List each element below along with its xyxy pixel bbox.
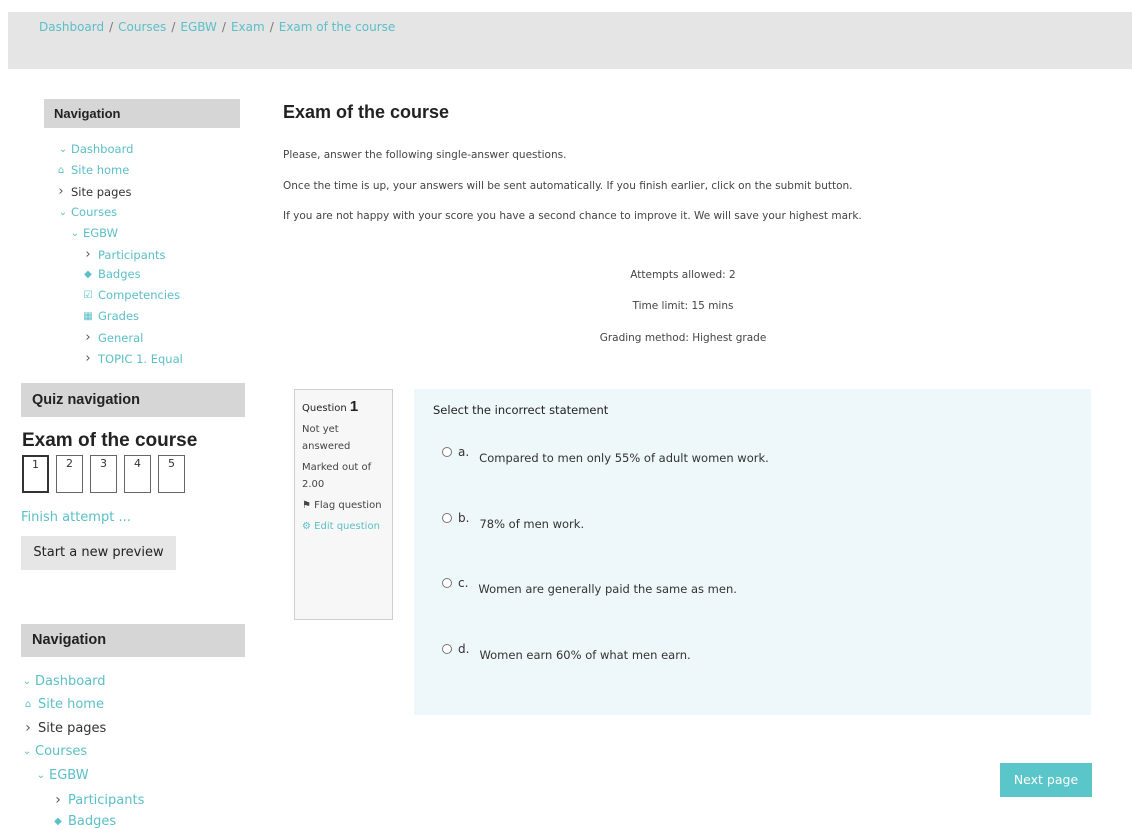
nav2-item-participants[interactable]: › Participants: [51, 792, 144, 808]
nav-item-courses[interactable]: ⌄ Courses: [58, 205, 117, 219]
quiz-nav-button-5[interactable]: 5: [158, 455, 185, 493]
radio-button[interactable]: [442, 447, 452, 457]
start-new-preview-button[interactable]: Start a new preview: [21, 536, 176, 570]
chevron-down-icon: ⌄: [58, 206, 68, 218]
shield-icon: ◆: [84, 268, 92, 280]
page-title: Exam of the course: [283, 102, 450, 122]
breadcrumb-separator: /: [171, 20, 176, 34]
chevron-down-icon: ⌄: [36, 770, 46, 781]
question-prompt: Select the incorrect statement: [433, 403, 609, 417]
nav2-item-site-home[interactable]: ⌂ Site home: [21, 697, 104, 712]
chevron-right-icon: ›: [85, 330, 91, 345]
checkbox-icon: ☑: [83, 289, 93, 301]
intro-text: Please, answer the following single-answ…: [283, 149, 567, 161]
chevron-right-icon: ›: [25, 720, 31, 736]
radio-button[interactable]: [442, 644, 452, 654]
quiz-nav-button-4[interactable]: 4: [124, 455, 151, 493]
chevron-right-icon: ›: [55, 792, 61, 808]
navigation-block-header-2: Navigation: [21, 624, 245, 657]
nav-item-egbw[interactable]: ⌄ EGBW: [70, 226, 118, 240]
intro-text: If you are not happy with your score you…: [283, 210, 862, 222]
answer-option-c[interactable]: c. Women are generally paid the same as …: [442, 576, 737, 596]
nav-item-badges[interactable]: ◆ Badges: [81, 267, 140, 281]
nav-item-dashboard[interactable]: ⌄ Dashboard: [58, 142, 134, 156]
grading-method: Grading method: Highest grade: [599, 332, 767, 344]
breadcrumb-egbw[interactable]: EGBW: [180, 20, 217, 34]
flag-icon: ⚑: [302, 500, 311, 511]
nav-item-site-pages[interactable]: › Site pages: [54, 184, 131, 199]
nav2-item-egbw[interactable]: ⌄ EGBW: [36, 768, 89, 783]
breadcrumb-separator: /: [269, 20, 274, 34]
question-status: Not yet answered: [302, 424, 351, 452]
intro-text: Once the time is up, your answers will b…: [283, 180, 853, 192]
chevron-down-icon: ⌄: [70, 227, 80, 239]
nav-item-site-home[interactable]: ⌂ Site home: [54, 163, 130, 177]
chevron-right-icon: ›: [58, 184, 64, 199]
gear-icon: ⚙: [302, 521, 311, 532]
question-marks: Marked out of 2.00: [302, 462, 372, 490]
attempts-allowed: Attempts allowed: 2: [630, 269, 736, 281]
flag-question-link[interactable]: ⚑ Flag question: [302, 497, 385, 514]
finish-attempt-link[interactable]: Finish attempt ...: [21, 510, 131, 525]
radio-button[interactable]: [442, 513, 452, 523]
home-icon: ⌂: [24, 699, 32, 710]
breadcrumb-exam[interactable]: Exam: [231, 20, 265, 34]
quiz-navigation-title: Exam of the course: [22, 430, 198, 451]
nav-item-general[interactable]: › General: [81, 330, 143, 345]
nav2-item-badges[interactable]: ◆ Badges: [51, 814, 116, 829]
question-number: Question 1: [302, 398, 359, 415]
home-icon: ⌂: [57, 164, 65, 176]
nav-item-grades[interactable]: ▦ Grades: [81, 309, 139, 323]
chevron-down-icon: ⌄: [22, 746, 32, 757]
answer-option-b[interactable]: b. 78% of men work.: [442, 511, 584, 531]
breadcrumb-exam-of-the-course[interactable]: Exam of the course: [279, 20, 396, 34]
table-icon: ▦: [83, 310, 93, 322]
navigation-block-header: Navigation: [44, 99, 240, 128]
next-page-button[interactable]: Next page: [1000, 763, 1092, 797]
breadcrumb-dashboard[interactable]: Dashboard: [39, 20, 104, 34]
answer-option-d[interactable]: d. Women earn 60% of what men earn.: [442, 642, 691, 662]
nav-item-participants[interactable]: › Participants: [81, 247, 165, 262]
nav2-item-site-pages[interactable]: › Site pages: [21, 720, 106, 736]
quiz-nav-button-1[interactable]: 1: [22, 455, 49, 493]
radio-button[interactable]: [442, 578, 452, 588]
nav2-item-courses[interactable]: ⌄ Courses: [22, 744, 87, 759]
shield-icon: ◆: [54, 816, 62, 827]
quiz-nav-button-2[interactable]: 2: [56, 455, 83, 493]
chevron-down-icon: ⌄: [58, 143, 68, 155]
breadcrumb-courses[interactable]: Courses: [118, 20, 166, 34]
answer-option-a[interactable]: a. Compared to men only 55% of adult wom…: [442, 445, 769, 465]
nav-item-topic-1[interactable]: › TOPIC 1. Equal: [81, 351, 182, 366]
quiz-navigation-header: Quiz navigation: [21, 383, 245, 417]
chevron-down-icon: ⌄: [22, 676, 32, 687]
question-info-panel: Question 1 Not yet answered Marked out o…: [294, 389, 393, 620]
nav-item-competencies[interactable]: ☑ Competencies: [81, 288, 181, 302]
nav2-item-dashboard[interactable]: ⌄ Dashboard: [22, 674, 106, 689]
time-limit: Time limit: 15 mins: [632, 300, 734, 312]
question-content: Select the incorrect statement a. Compar…: [414, 389, 1091, 715]
breadcrumb: Dashboard / Courses / EGBW / Exam / Exam of the …: [39, 20, 395, 34]
quiz-nav-button-3[interactable]: 3: [90, 455, 117, 493]
chevron-right-icon: ›: [85, 351, 91, 366]
edit-question-link[interactable]: ⚙ Edit question: [302, 518, 385, 535]
breadcrumb-separator: /: [109, 20, 114, 34]
breadcrumb-separator: /: [221, 20, 226, 34]
chevron-right-icon: ›: [85, 247, 91, 262]
